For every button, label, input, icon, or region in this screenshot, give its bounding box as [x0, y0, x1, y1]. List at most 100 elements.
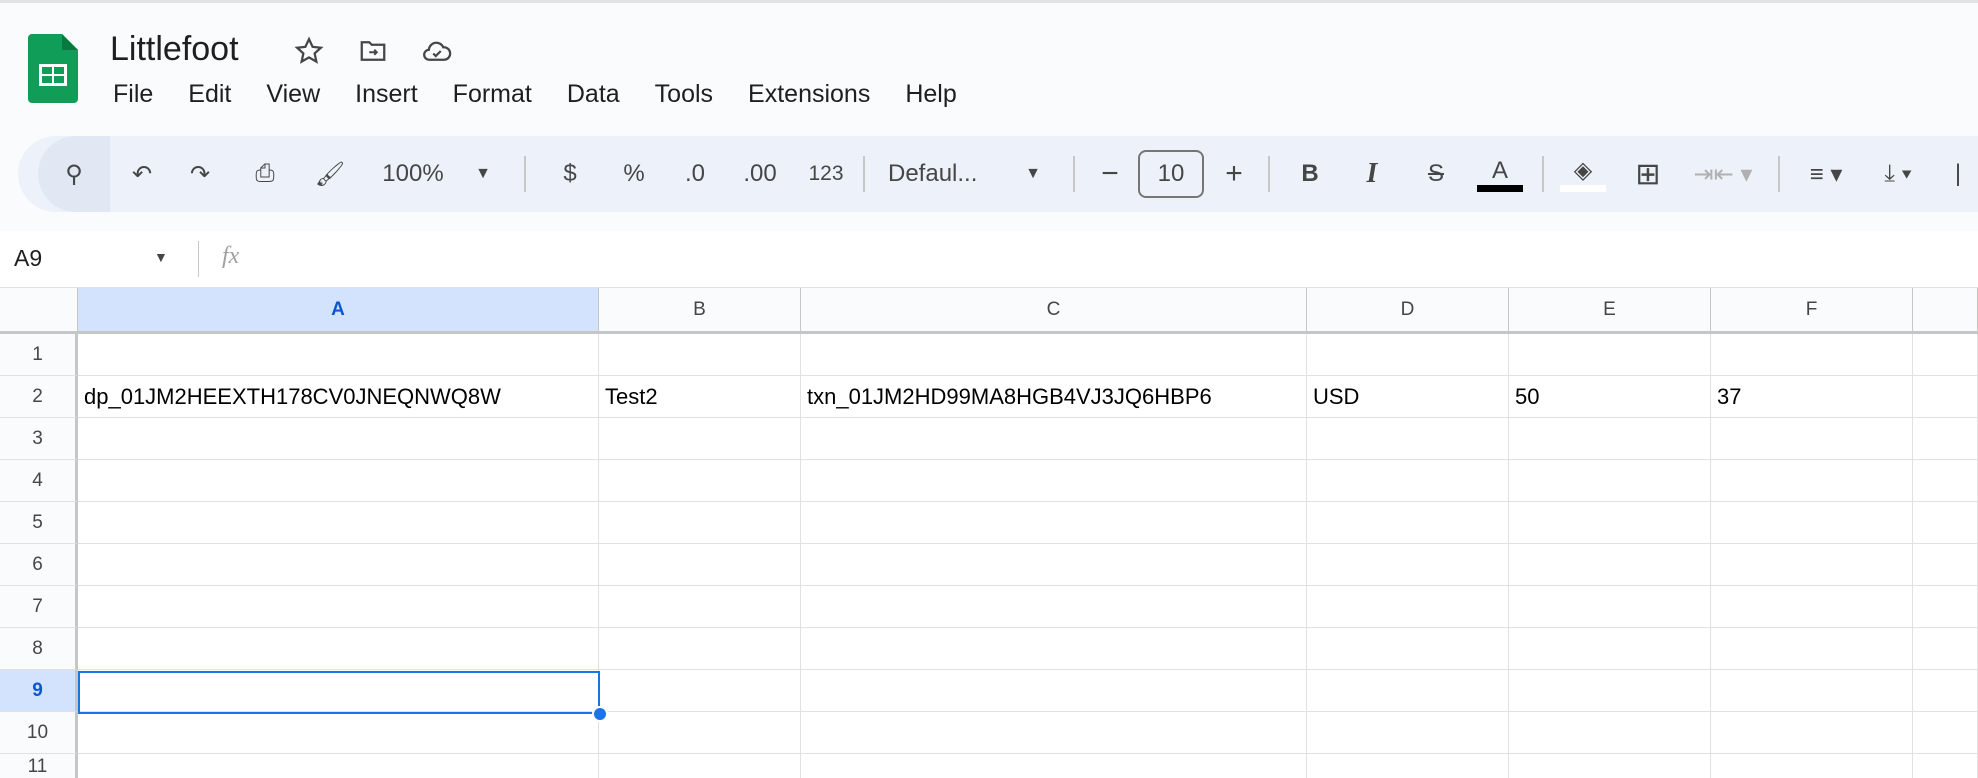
cell-D7[interactable] [1307, 586, 1509, 628]
zoom-select[interactable]: 100% [373, 136, 453, 212]
cell-E10[interactable] [1509, 712, 1711, 754]
print-icon[interactable]: ⎙ [243, 136, 287, 212]
row-header-9[interactable]: 9 [0, 670, 78, 712]
cell-F7[interactable] [1711, 586, 1913, 628]
column-header-D[interactable]: D [1307, 288, 1509, 334]
cloud-saved-icon[interactable] [420, 34, 454, 68]
cell-G2[interactable] [1913, 376, 1978, 418]
cell-G9[interactable] [1913, 670, 1978, 712]
row-header-5[interactable]: 5 [0, 502, 78, 544]
row-header-4[interactable]: 4 [0, 460, 78, 502]
row-header-10[interactable]: 10 [0, 712, 78, 754]
menu-tools[interactable]: Tools [653, 80, 715, 109]
cell-F5[interactable] [1711, 502, 1913, 544]
cell-D10[interactable] [1307, 712, 1509, 754]
cell-D4[interactable] [1307, 460, 1509, 502]
cell-E2[interactable]: 50 [1509, 376, 1711, 418]
cell-B10[interactable] [599, 712, 801, 754]
cell-G5[interactable] [1913, 502, 1978, 544]
decrease-decimal-button[interactable]: .0 [670, 136, 720, 212]
cell-A2[interactable]: dp_01JM2HEEXTH178CV0JNEQNWQ8W [78, 376, 599, 418]
vertical-align-icon[interactable]: ⤓ ▾ [1868, 136, 1928, 212]
document-title[interactable]: Littlefoot [110, 30, 239, 69]
cell-C9[interactable] [801, 670, 1307, 712]
cell-A7[interactable] [78, 586, 599, 628]
cell-C6[interactable] [801, 544, 1307, 586]
menu-edit[interactable]: Edit [186, 80, 233, 109]
cell-C8[interactable] [801, 628, 1307, 670]
cell-D2[interactable]: USD [1307, 376, 1509, 418]
decrease-font-size-button[interactable]: − [1090, 136, 1130, 212]
cell-A4[interactable] [78, 460, 599, 502]
menu-insert[interactable]: Insert [353, 80, 420, 109]
cell-B9[interactable] [599, 670, 801, 712]
cell-D9[interactable] [1307, 670, 1509, 712]
cell-E1[interactable] [1509, 334, 1711, 376]
text-color-button[interactable]: A [1476, 136, 1524, 212]
more-formats-button[interactable]: 123 [798, 136, 854, 212]
cell-F6[interactable] [1711, 544, 1913, 586]
cell-A11[interactable] [78, 754, 599, 778]
fill-handle[interactable] [592, 706, 608, 722]
font-select[interactable]: Defaul... [888, 136, 1008, 212]
cell-C4[interactable] [801, 460, 1307, 502]
menu-data[interactable]: Data [565, 80, 622, 109]
cell-E4[interactable] [1509, 460, 1711, 502]
column-header-B[interactable]: B [599, 288, 801, 334]
cell-G6[interactable] [1913, 544, 1978, 586]
cell-F2[interactable]: 37 [1711, 376, 1913, 418]
cell-F8[interactable] [1711, 628, 1913, 670]
cell-A5[interactable] [78, 502, 599, 544]
star-icon[interactable] [292, 34, 326, 68]
column-header-C[interactable]: C [801, 288, 1307, 334]
cell-D3[interactable] [1307, 418, 1509, 460]
italic-button[interactable]: I [1350, 136, 1394, 212]
row-header-3[interactable]: 3 [0, 418, 78, 460]
bold-button[interactable]: B [1288, 136, 1332, 212]
cell-E11[interactable] [1509, 754, 1711, 778]
cell-A10[interactable] [78, 712, 599, 754]
horizontal-align-icon[interactable]: ≡ ▾ [1796, 136, 1856, 212]
cell-F9[interactable] [1711, 670, 1913, 712]
cell-C2[interactable]: txn_01JM2HD99MA8HGB4VJ3JQ6HBP6 [801, 376, 1307, 418]
cell-C7[interactable] [801, 586, 1307, 628]
move-folder-icon[interactable] [356, 34, 390, 68]
cell-G4[interactable] [1913, 460, 1978, 502]
cell-E8[interactable] [1509, 628, 1711, 670]
font-dropdown-icon[interactable]: ▼ [1018, 136, 1048, 212]
cell-E9[interactable] [1509, 670, 1711, 712]
name-box-dropdown-icon[interactable]: ▼ [154, 249, 168, 265]
column-header-A[interactable]: A [78, 288, 599, 334]
cell-B11[interactable] [599, 754, 801, 778]
row-header-7[interactable]: 7 [0, 586, 78, 628]
paint-format-icon[interactable]: 🖌︎ [308, 136, 352, 212]
row-header-1[interactable]: 1 [0, 334, 78, 376]
menu-view[interactable]: View [264, 80, 322, 109]
row-header-11[interactable]: 11 [0, 754, 78, 778]
search-menus-icon[interactable]: ⚲ [38, 136, 110, 212]
cell-F4[interactable] [1711, 460, 1913, 502]
column-header-G[interactable] [1913, 288, 1978, 334]
increase-font-size-button[interactable]: + [1214, 136, 1254, 212]
cell-F1[interactable] [1711, 334, 1913, 376]
select-all-corner[interactable] [0, 288, 78, 334]
row-header-8[interactable]: 8 [0, 628, 78, 670]
cell-D11[interactable] [1307, 754, 1509, 778]
cell-G7[interactable] [1913, 586, 1978, 628]
text-wrap-icon[interactable]: | [1948, 136, 1968, 212]
increase-decimal-button[interactable]: .00 [730, 136, 790, 212]
cell-F11[interactable] [1711, 754, 1913, 778]
cell-E5[interactable] [1509, 502, 1711, 544]
cell-C5[interactable] [801, 502, 1307, 544]
cell-C3[interactable] [801, 418, 1307, 460]
strikethrough-icon[interactable]: S [1414, 136, 1458, 212]
formula-input[interactable] [270, 243, 1870, 275]
cell-B6[interactable] [599, 544, 801, 586]
merge-cells-icon[interactable]: ⇥⇤ ▾ [1688, 136, 1758, 212]
cell-C1[interactable] [801, 334, 1307, 376]
undo-icon[interactable]: ↶ [120, 136, 164, 212]
cell-A8[interactable] [78, 628, 599, 670]
cell-B8[interactable] [599, 628, 801, 670]
cell-C10[interactable] [801, 712, 1307, 754]
cell-A1[interactable] [78, 334, 599, 376]
